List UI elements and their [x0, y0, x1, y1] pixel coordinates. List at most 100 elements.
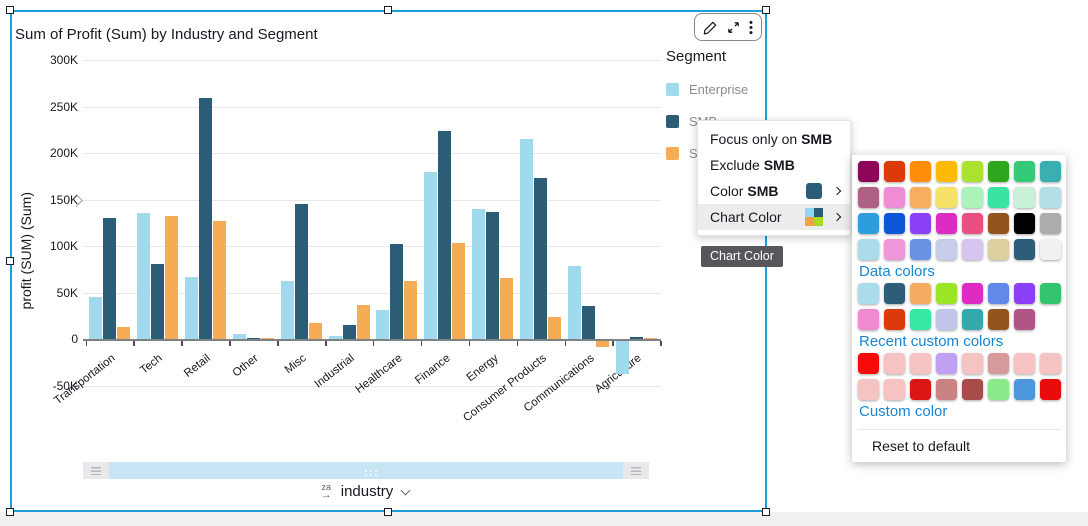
bar-startup-transportation[interactable]: [117, 327, 130, 339]
recent-custom-colors-label[interactable]: Recent custom colors: [858, 330, 1061, 353]
x-axis-category-label[interactable]: Misc: [215, 352, 309, 429]
color-swatch[interactable]: [1014, 379, 1035, 400]
color-swatch[interactable]: [936, 239, 957, 260]
color-swatch[interactable]: [936, 213, 957, 234]
bar-enterprise-consumer-products[interactable]: [520, 139, 533, 339]
color-swatch[interactable]: [884, 161, 905, 182]
color-swatch[interactable]: [858, 213, 879, 234]
scrollbar-track[interactable]: [109, 462, 623, 479]
color-swatch[interactable]: [884, 309, 905, 330]
bar-startup-consumer-products[interactable]: [548, 317, 561, 339]
color-swatch[interactable]: [988, 309, 1009, 330]
color-swatch[interactable]: [988, 187, 1009, 208]
bar-startup-healthcare[interactable]: [404, 281, 417, 339]
x-axis-category-label[interactable]: Finance: [358, 352, 452, 429]
bar-enterprise-transportation[interactable]: [89, 297, 102, 339]
sort-za-icon[interactable]: za →: [321, 484, 332, 499]
color-swatch[interactable]: [962, 379, 983, 400]
color-swatch[interactable]: [910, 353, 931, 374]
color-swatch[interactable]: [936, 379, 957, 400]
bar-smb-finance[interactable]: [438, 131, 451, 339]
color-swatch[interactable]: [858, 187, 879, 208]
x-axis-field-control[interactable]: za → industry: [255, 483, 475, 500]
color-swatch[interactable]: [988, 161, 1009, 182]
color-swatch[interactable]: [884, 283, 905, 304]
color-swatch[interactable]: [858, 239, 879, 260]
color-swatch[interactable]: [884, 379, 905, 400]
x-axis-category-label[interactable]: Communications: [502, 352, 596, 429]
bar-enterprise-retail[interactable]: [185, 277, 198, 339]
color-swatch[interactable]: [936, 187, 957, 208]
x-axis-category-label[interactable]: Industrial: [263, 352, 357, 429]
bar-enterprise-misc[interactable]: [281, 281, 294, 339]
bar-startup-tech[interactable]: [165, 216, 178, 339]
bar-smb-transportation[interactable]: [103, 218, 116, 339]
resize-handle-mid-left[interactable]: [6, 257, 14, 265]
bar-smb-healthcare[interactable]: [390, 244, 403, 339]
custom-color-label[interactable]: Custom color: [858, 400, 1061, 423]
resize-handle-bottom-center[interactable]: [384, 508, 392, 516]
color-swatch[interactable]: [858, 353, 879, 374]
bar-enterprise-agriculture[interactable]: [616, 341, 629, 374]
x-axis-scrollbar[interactable]: [83, 462, 649, 479]
bar-smb-other[interactable]: [247, 338, 260, 339]
color-swatch[interactable]: [910, 309, 931, 330]
bar-enterprise-healthcare[interactable]: [376, 310, 389, 339]
edit-pencil-icon[interactable]: [703, 20, 718, 35]
resize-handle-top-center[interactable]: [384, 6, 392, 14]
color-swatch[interactable]: [962, 283, 983, 304]
bar-smb-communications[interactable]: [582, 306, 595, 339]
color-swatch[interactable]: [988, 283, 1009, 304]
legend-item-enterprise[interactable]: Enterprise: [666, 82, 766, 97]
color-swatch[interactable]: [988, 239, 1009, 260]
plot-area[interactable]: 300K250K200K150K100K50K0-50KTransportati…: [75, 50, 660, 402]
color-swatch[interactable]: [962, 187, 983, 208]
resize-handle-top-right[interactable]: [762, 6, 770, 14]
color-swatch[interactable]: [858, 309, 879, 330]
data-colors-label[interactable]: Data colors: [858, 260, 1061, 283]
color-swatch[interactable]: [962, 353, 983, 374]
color-swatch[interactable]: [1014, 283, 1035, 304]
color-swatch[interactable]: [858, 283, 879, 304]
color-swatch[interactable]: [936, 309, 957, 330]
bar-enterprise-tech[interactable]: [137, 213, 150, 339]
resize-handle-bottom-left[interactable]: [6, 508, 14, 516]
bar-smb-consumer-products[interactable]: [534, 178, 547, 339]
color-swatch[interactable]: [884, 187, 905, 208]
menu-item-chart-color[interactable]: Chart Color: [698, 204, 850, 230]
x-axis-category-label[interactable]: Retail: [119, 352, 213, 429]
visual-widget[interactable]: Sum of Profit (Sum) by Industry and Segm…: [10, 10, 767, 512]
x-axis-category-label[interactable]: Agriculture: [550, 352, 644, 429]
reset-to-default-button[interactable]: Reset to default: [858, 429, 1061, 456]
bar-smb-tech[interactable]: [151, 264, 164, 339]
bar-startup-agriculture[interactable]: [644, 338, 657, 339]
color-swatch[interactable]: [910, 187, 931, 208]
bar-startup-communications[interactable]: [596, 341, 609, 347]
bar-smb-industrial[interactable]: [343, 325, 356, 339]
x-axis-category-label[interactable]: Consumer Products: [454, 352, 548, 429]
color-swatch[interactable]: [988, 213, 1009, 234]
color-swatch[interactable]: [936, 353, 957, 374]
bar-startup-misc[interactable]: [309, 323, 322, 339]
x-axis-category-label[interactable]: Other: [167, 352, 261, 429]
bar-smb-retail[interactable]: [199, 98, 212, 339]
bar-startup-energy[interactable]: [500, 278, 513, 339]
x-axis-category-label[interactable]: Healthcare: [311, 352, 405, 429]
color-swatch[interactable]: [1040, 187, 1061, 208]
color-swatch[interactable]: [988, 379, 1009, 400]
bar-startup-finance[interactable]: [452, 243, 465, 339]
color-swatch[interactable]: [1014, 309, 1035, 330]
color-swatch[interactable]: [910, 239, 931, 260]
maximize-icon[interactable]: [726, 20, 741, 35]
color-swatch[interactable]: [936, 283, 957, 304]
color-swatch[interactable]: [884, 239, 905, 260]
color-swatch[interactable]: [1014, 353, 1035, 374]
menu-item-focus-only[interactable]: Focus only on SMB: [698, 126, 850, 152]
color-swatch[interactable]: [1040, 353, 1061, 374]
color-swatch[interactable]: [1040, 379, 1061, 400]
bar-smb-agriculture[interactable]: [630, 337, 643, 339]
color-swatch[interactable]: [1014, 213, 1035, 234]
bar-smb-energy[interactable]: [486, 212, 499, 339]
scrollbar-right-handle[interactable]: [623, 462, 649, 479]
scrollbar-left-handle[interactable]: [83, 462, 109, 479]
